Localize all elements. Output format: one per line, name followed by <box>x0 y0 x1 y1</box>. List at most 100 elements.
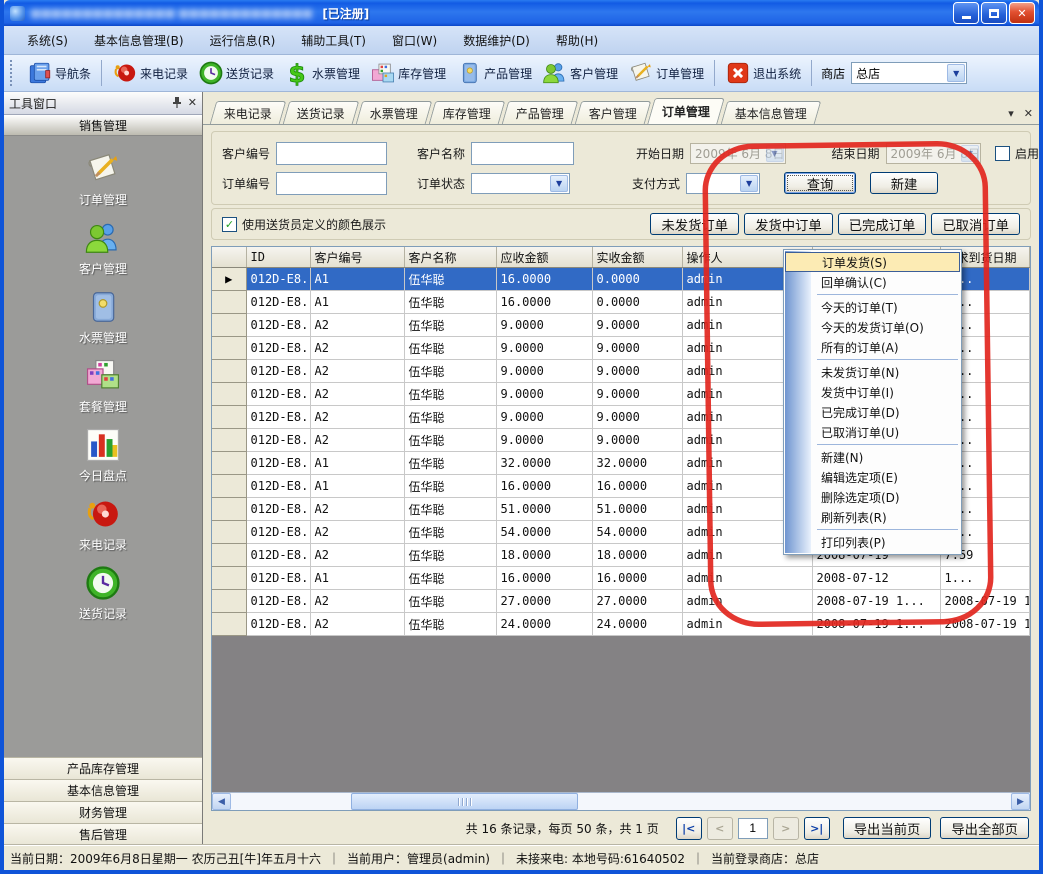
toolbar-button[interactable]: 库存管理 <box>365 58 451 88</box>
menu-item[interactable]: 辅助工具(T) <box>288 28 379 53</box>
row-selector[interactable] <box>212 613 246 636</box>
minimize-button[interactable] <box>953 2 979 24</box>
last-page-button[interactable]: >| <box>804 817 830 840</box>
toolbar-button[interactable]: 来电记录 <box>107 58 193 88</box>
chevron-down-icon[interactable]: ▼ <box>550 175 568 192</box>
table-row[interactable]: 012D-E8...A1伍华聪16.000016.0000admin2008-0… <box>212 567 1029 590</box>
next-page-button[interactable]: > <box>773 817 799 840</box>
toolbar-button[interactable]: 产品管理 <box>451 58 537 88</box>
menu-item[interactable]: 系统(S) <box>14 28 81 53</box>
tab-0[interactable]: 来电记录 <box>210 101 287 124</box>
row-selector[interactable] <box>212 337 246 360</box>
toolbar-button[interactable]: 退出系统 <box>720 58 806 88</box>
row-selector[interactable] <box>212 567 246 590</box>
row-selector[interactable] <box>212 544 246 567</box>
close-icon[interactable]: ✕ <box>188 96 197 111</box>
sidebar-group-button[interactable]: 售后管理 <box>4 823 202 845</box>
close-button[interactable]: ✕ <box>1009 2 1035 24</box>
row-selector[interactable] <box>212 429 246 452</box>
context-menu-item[interactable]: 打印列表(P) <box>785 532 960 552</box>
context-menu-item[interactable]: 未发货订单(N) <box>785 362 960 382</box>
menu-item[interactable]: 窗口(W) <box>379 28 450 53</box>
tab-7[interactable]: 基本信息管理 <box>721 101 822 124</box>
table-row[interactable]: 012D-E8...A2伍华聪27.000027.0000admin2008-0… <box>212 590 1029 613</box>
context-menu-item[interactable]: 刷新列表(R) <box>785 507 960 527</box>
customer-name-input[interactable] <box>471 142 574 165</box>
export-all-pages-button[interactable]: 导出全部页 <box>940 817 1029 839</box>
color-display-checkbox[interactable]: ✓ <box>222 217 237 232</box>
context-menu-item[interactable]: 订单发货(S) <box>785 252 960 272</box>
sidebar-item[interactable]: 今日盘点 <box>79 426 127 484</box>
page-number-input[interactable] <box>738 818 768 839</box>
status-filter-button[interactable]: 已取消订单 <box>931 213 1020 235</box>
row-selector[interactable] <box>212 498 246 521</box>
column-header[interactable]: 实收金额 <box>592 247 682 268</box>
sidebar-group-button[interactable]: 产品库存管理 <box>4 757 202 779</box>
column-header[interactable]: 客户编号 <box>310 247 404 268</box>
sidebar-group-button[interactable]: 基本信息管理 <box>4 779 202 801</box>
row-selector[interactable] <box>212 452 246 475</box>
toolbar-button[interactable]: 订单管理 <box>623 58 709 88</box>
tab-3[interactable]: 库存管理 <box>429 101 506 124</box>
sidebar-item[interactable]: 订单管理 <box>79 150 127 208</box>
context-menu-item[interactable]: 发货中订单(I) <box>785 382 960 402</box>
scrollbar-track[interactable] <box>231 793 1011 810</box>
export-current-page-button[interactable]: 导出当前页 <box>843 817 932 839</box>
scroll-right-icon[interactable]: ▶ <box>1011 793 1030 810</box>
table-row[interactable]: 012D-E8...A2伍华聪24.000024.0000admin2008-0… <box>212 613 1029 636</box>
tab-active[interactable]: 订单管理 <box>647 98 724 124</box>
status-filter-button[interactable]: 发货中订单 <box>744 213 833 235</box>
query-button[interactable]: 查询 <box>784 172 856 194</box>
order-no-input[interactable] <box>276 172 387 195</box>
menu-item[interactable]: 帮助(H) <box>543 28 611 53</box>
status-filter-button[interactable]: 已完成订单 <box>838 213 927 235</box>
order-status-select[interactable]: ▼ <box>471 173 570 194</box>
pin-icon[interactable] <box>172 96 182 111</box>
column-header[interactable]: 客户名称 <box>404 247 496 268</box>
menu-item[interactable]: 运行信息(R) <box>197 28 289 53</box>
scroll-left-icon[interactable]: ◀ <box>212 793 231 810</box>
context-menu-item[interactable]: 编辑选定项(E) <box>785 467 960 487</box>
toolbar-button[interactable]: 导航条 <box>22 58 96 88</box>
scrollbar-thumb[interactable] <box>351 793 578 810</box>
row-selector[interactable]: ▶ <box>212 268 246 291</box>
row-selector[interactable] <box>212 521 246 544</box>
end-date-picker[interactable]: 2009年 6月 8日 ▼ <box>886 143 981 164</box>
maximize-button[interactable] <box>981 2 1007 24</box>
tab-1[interactable]: 送货记录 <box>283 101 360 124</box>
row-selector[interactable] <box>212 291 246 314</box>
context-menu-item[interactable]: 所有的订单(A) <box>785 337 960 357</box>
context-menu-item[interactable]: 今天的发货订单(O) <box>785 317 960 337</box>
menu-item[interactable]: 数据维护(D) <box>450 28 543 53</box>
column-header[interactable]: 应收金额 <box>496 247 592 268</box>
menu-item[interactable]: 基本信息管理(B) <box>81 28 197 53</box>
tab-5[interactable]: 客户管理 <box>575 101 652 124</box>
customer-no-input[interactable] <box>276 142 387 165</box>
sidebar-group-sales[interactable]: 销售管理 <box>4 115 202 136</box>
toolbar-button[interactable]: 送货记录 <box>193 58 279 88</box>
pay-method-select[interactable]: ▼ <box>686 173 760 194</box>
tab-2[interactable]: 水票管理 <box>356 101 433 124</box>
context-menu-item[interactable]: 已取消订单(U) <box>785 422 960 442</box>
row-selector[interactable] <box>212 314 246 337</box>
sidebar-item[interactable]: 来电记录 <box>79 495 127 553</box>
chevron-down-icon[interactable]: ▼ <box>740 175 758 192</box>
sidebar-item[interactable]: 水票管理 <box>79 288 127 346</box>
row-selector[interactable] <box>212 590 246 613</box>
context-menu-item[interactable]: 删除选定项(D) <box>785 487 960 507</box>
sidebar-item[interactable]: 客户管理 <box>79 219 127 277</box>
sidebar-group-button[interactable]: 财务管理 <box>4 801 202 823</box>
first-page-button[interactable]: |< <box>676 817 702 840</box>
tab-4[interactable]: 产品管理 <box>502 101 579 124</box>
row-selector[interactable] <box>212 475 246 498</box>
row-selector[interactable] <box>212 383 246 406</box>
chevron-down-icon[interactable]: ▼ <box>947 64 965 82</box>
toolbar-button[interactable]: 客户管理 <box>537 58 623 88</box>
row-selector[interactable] <box>212 360 246 383</box>
context-menu-item[interactable]: 已完成订单(D) <box>785 402 960 422</box>
horizontal-scrollbar[interactable]: ◀ ▶ <box>212 792 1030 810</box>
new-button[interactable]: 新建 <box>870 172 938 194</box>
sidebar-item[interactable]: 送货记录 <box>79 564 127 622</box>
prev-page-button[interactable]: < <box>707 817 733 840</box>
status-filter-button[interactable]: 未发货订单 <box>650 213 739 235</box>
